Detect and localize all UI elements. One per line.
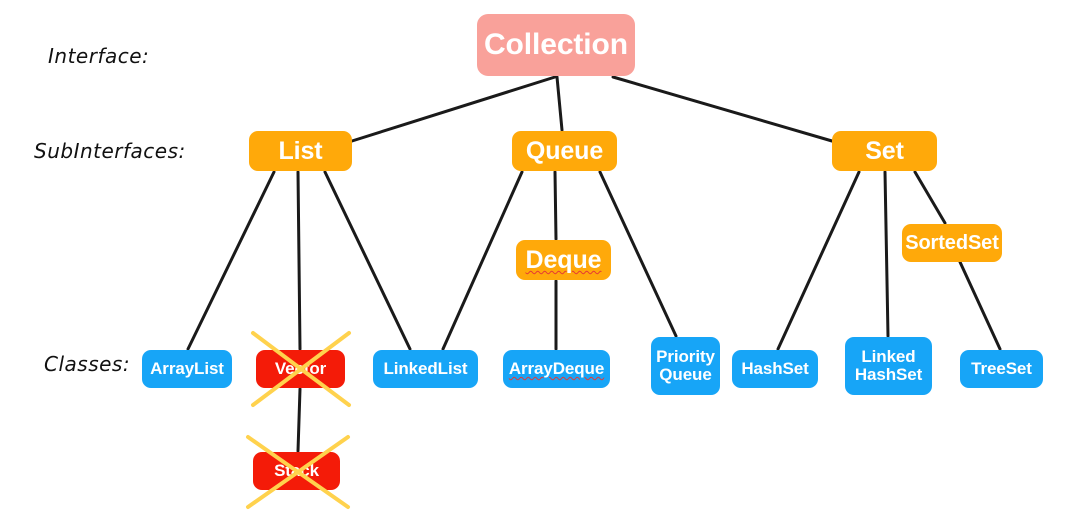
node-label-line: SortedSet	[905, 231, 999, 254]
node-label-deque: Deque	[525, 245, 602, 274]
node-label-line: HashSet	[741, 359, 809, 379]
edge-collection-to-set	[611, 75, 834, 143]
node-label-sortedset: SortedSet	[905, 231, 999, 254]
node-list[interactable]: List	[249, 131, 352, 171]
node-label-linkedlist: LinkedList	[383, 360, 467, 378]
edge-set-to-hashset	[776, 170, 861, 351]
edge-queue-to-priorityqueue	[598, 170, 678, 338]
node-label-linkedhashset: Linked HashSet	[855, 348, 922, 384]
node-label-line: Queue	[525, 136, 604, 165]
node-label-collection: Collection	[484, 29, 628, 61]
node-label-priorityqueue: Priority Queue	[656, 348, 715, 384]
edge-sortedset-to-treeset	[958, 260, 1002, 351]
edge-vector-to-stack	[296, 387, 302, 453]
edge-queue-to-linkedlist	[441, 170, 524, 351]
node-stack[interactable]: Stack	[253, 452, 340, 490]
node-label-list: List	[278, 136, 323, 165]
edge-list-to-arraylist	[186, 170, 276, 351]
node-label-arraylist: ArrayList	[150, 360, 224, 378]
node-label-line: LinkedList	[383, 359, 468, 379]
edge-set-to-sortedset	[913, 170, 947, 225]
node-label-line: Deque	[525, 245, 602, 274]
node-label-line: ArrayList	[150, 359, 224, 379]
node-label-set: Set	[865, 136, 904, 165]
node-label-vector: Vector	[275, 360, 326, 378]
node-label-stack: Stack	[274, 462, 319, 480]
node-label-line: Queue	[659, 365, 712, 384]
node-set[interactable]: Set	[832, 131, 937, 171]
node-label-line: HashSet	[854, 365, 923, 384]
edge-queue-to-deque	[553, 170, 558, 241]
edge-list-to-linkedlist	[323, 170, 412, 351]
row-label-subinterfaces: SubInterfaces:	[34, 139, 186, 163]
node-vector[interactable]: Vector	[256, 350, 345, 388]
node-priorityqueue[interactable]: Priority Queue	[651, 337, 720, 395]
node-label-line: TreeSet	[971, 359, 1032, 379]
edge-collection-to-queue	[555, 75, 564, 132]
node-label-line: List	[278, 136, 323, 165]
node-queue[interactable]: Queue	[512, 131, 617, 171]
node-treeset[interactable]: TreeSet	[960, 350, 1043, 388]
node-collection[interactable]: Collection	[477, 14, 635, 76]
node-linkedlist[interactable]: LinkedList	[373, 350, 478, 388]
node-label-line: Set	[865, 136, 904, 165]
row-label-interface: Interface:	[48, 44, 150, 68]
node-hashset[interactable]: HashSet	[732, 350, 818, 388]
node-label-line: Collection	[483, 28, 628, 62]
node-arraylist[interactable]: ArrayList	[142, 350, 232, 388]
node-label-line: Stack	[274, 461, 319, 481]
node-label-line: Linked	[861, 347, 916, 367]
node-label-line: ArrayDeque	[508, 359, 605, 379]
node-label-queue: Queue	[525, 136, 604, 165]
node-linkedhashset[interactable]: Linked HashSet	[845, 337, 932, 395]
node-label-treeset: TreeSet	[971, 360, 1032, 378]
node-label-line: Priority	[656, 347, 715, 367]
node-arraydeque[interactable]: ArrayDeque	[503, 350, 610, 388]
node-label-line: Vector	[274, 359, 327, 379]
node-sortedset[interactable]: SortedSet	[902, 224, 1002, 262]
node-label-arraydeque: ArrayDeque	[509, 360, 604, 378]
diagram-canvas: Interface: SubInterfaces: Classes: Collect…	[0, 0, 1080, 516]
node-label-hashset: HashSet	[741, 360, 808, 378]
node-deque[interactable]: Deque	[516, 240, 611, 280]
row-label-classes: Classes:	[44, 352, 131, 376]
edge-set-to-linkedhashset	[883, 170, 890, 338]
edge-list-to-vector	[296, 170, 302, 351]
